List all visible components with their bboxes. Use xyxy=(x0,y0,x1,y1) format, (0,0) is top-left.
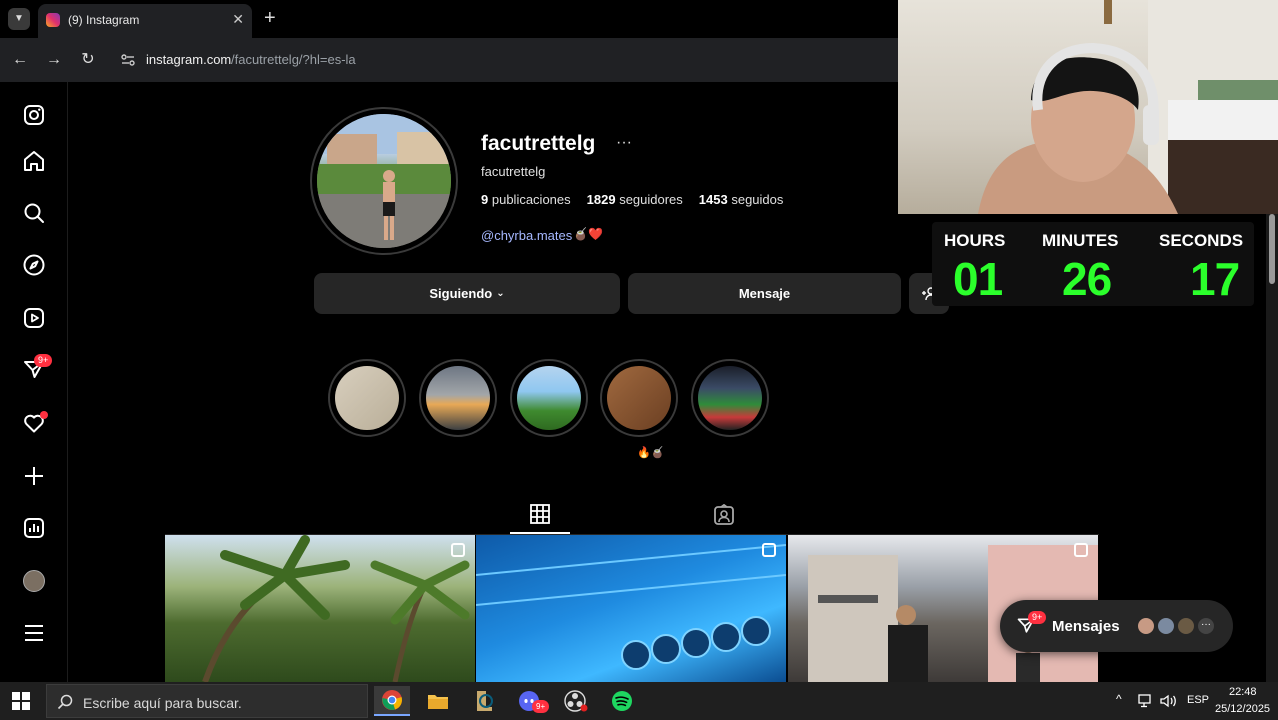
webcam-image xyxy=(978,0,1278,214)
seconds-value: 17 xyxy=(1190,253,1240,305)
avatar xyxy=(1176,616,1196,636)
input-language[interactable]: ESP xyxy=(1187,694,1209,706)
countdown-timer: HOURS MINUTES SECONDS 01 26 17 xyxy=(932,222,1254,306)
browser-toolbar: ← → ↻ instagram.com /facutrettelg/?hl=es… xyxy=(0,38,902,82)
post-image xyxy=(476,544,786,670)
tab-posts[interactable] xyxy=(510,500,570,534)
story-highlight[interactable] xyxy=(510,359,588,437)
webcam-overlay xyxy=(898,0,1278,214)
site-info-icon[interactable] xyxy=(120,52,136,68)
profile-username: facutrettelg xyxy=(481,132,596,155)
search-icon xyxy=(57,694,73,710)
profile-display-name: facutrettelg xyxy=(481,164,546,179)
instagram-favicon-icon xyxy=(46,13,60,27)
more-options-icon[interactable]: ··· xyxy=(616,134,632,152)
volume-icon[interactable] xyxy=(1160,694,1178,708)
tab-title: (9) Instagram xyxy=(68,13,140,27)
post-thumbnail[interactable] xyxy=(476,535,786,682)
story-highlight[interactable] xyxy=(328,359,406,437)
avatar xyxy=(1136,616,1156,636)
profile-photo xyxy=(317,114,451,248)
story-highlight[interactable] xyxy=(600,359,678,437)
tab-search-button[interactable]: ▼ xyxy=(8,8,30,30)
more-menu-icon[interactable] xyxy=(20,619,48,647)
post-image xyxy=(202,535,470,682)
instagram-sidebar: 9+ xyxy=(0,82,68,682)
spotify-taskbar-icon[interactable] xyxy=(604,686,640,716)
messages-badge: 9+ xyxy=(34,354,53,367)
more-avatars-icon: ··· xyxy=(1196,616,1216,636)
message-button[interactable]: Mensaje xyxy=(628,273,901,314)
notifications-icon[interactable] xyxy=(20,409,48,437)
following-label: Siguiendo xyxy=(429,286,493,301)
highlight-label: 🔥🧉 xyxy=(637,447,665,459)
post-thumbnail[interactable] xyxy=(165,535,475,682)
chrome-taskbar-icon[interactable] xyxy=(374,686,410,716)
windows-taskbar: Escribe aquí para buscar. 9+ ^ ESP 22:48… xyxy=(0,682,1278,720)
seconds-label: SECONDS xyxy=(1159,231,1244,250)
dashboard-icon[interactable] xyxy=(20,514,48,542)
instagram-logo-icon[interactable] xyxy=(20,101,48,129)
taskbar-search-placeholder: Escribe aquí para buscar. xyxy=(83,695,242,711)
bio-emoji: 🧉❤️ xyxy=(573,227,603,241)
tagged-icon xyxy=(714,504,734,525)
messages-pill-label: Mensajes xyxy=(1052,618,1120,635)
messages-icon[interactable]: 9+ xyxy=(20,354,53,384)
windows-start-icon[interactable] xyxy=(12,692,30,710)
followers-stat[interactable]: 1829 seguidores xyxy=(587,192,683,207)
search-icon[interactable] xyxy=(20,199,48,227)
grid-icon xyxy=(530,504,550,524)
reels-icon[interactable] xyxy=(20,304,48,332)
following-button[interactable]: Siguiendo ⌄ xyxy=(314,273,620,314)
obs-taskbar-icon[interactable] xyxy=(558,686,594,716)
reload-button[interactable]: ↻ xyxy=(76,48,100,72)
multiple-photos-icon xyxy=(451,543,465,557)
messages-pill-badge: 9+ xyxy=(1028,611,1047,624)
url-path: /facutrettelg/?hl=es-la xyxy=(231,52,356,67)
messages-floating-button[interactable]: 9+ Mensajes ··· xyxy=(1000,600,1233,652)
file-explorer-taskbar-icon[interactable] xyxy=(420,686,456,716)
forward-button[interactable]: → xyxy=(42,48,66,72)
explore-icon[interactable] xyxy=(20,251,48,279)
profile-stats: 9 publicaciones 1829 seguidores 1453 seg… xyxy=(481,192,783,207)
create-icon[interactable] xyxy=(20,462,48,490)
home-icon[interactable] xyxy=(20,147,48,175)
new-tab-button[interactable]: + xyxy=(264,7,276,29)
back-button[interactable]: ← xyxy=(8,48,32,72)
avatar xyxy=(1156,616,1176,636)
bio-mention-link[interactable]: @chyrba.mates xyxy=(481,228,572,243)
story-highlight[interactable] xyxy=(691,359,769,437)
profile-avatar[interactable] xyxy=(310,107,458,255)
posts-stat: 9 publicaciones xyxy=(481,192,571,207)
tab-tagged[interactable] xyxy=(694,500,754,534)
tab-close-icon[interactable]: ✕ xyxy=(232,11,244,28)
scrollbar-thumb[interactable] xyxy=(1269,214,1275,284)
minutes-label: MINUTES xyxy=(1042,231,1119,250)
profile-avatar-nav[interactable] xyxy=(20,567,48,595)
clock-date[interactable]: 25/12/2025 xyxy=(1215,703,1270,715)
chevron-up-icon[interactable]: ^ xyxy=(1116,692,1122,706)
minutes-value: 26 xyxy=(1062,253,1112,305)
taskbar-search-box[interactable]: Escribe aquí para buscar. xyxy=(46,684,368,718)
clock-time[interactable]: 22:48 xyxy=(1229,686,1257,698)
discord-badge: 9+ xyxy=(532,700,550,713)
message-label: Mensaje xyxy=(738,286,791,301)
multiple-photos-icon xyxy=(1074,543,1088,557)
story-highlight[interactable] xyxy=(419,359,497,437)
hours-value: 01 xyxy=(953,253,1003,305)
network-icon[interactable] xyxy=(1138,694,1154,708)
address-bar[interactable]: instagram.com /facutrettelg/?hl=es-la xyxy=(112,44,902,76)
hours-label: HOURS xyxy=(944,231,1006,250)
game-launcher-taskbar-icon[interactable] xyxy=(466,686,502,716)
chevron-down-icon: ⌄ xyxy=(496,288,505,299)
url-host: instagram.com xyxy=(146,52,232,67)
notification-dot xyxy=(40,411,48,419)
browser-tab-bar: ▼ (9) Instagram ✕ + xyxy=(0,0,900,38)
following-stat[interactable]: 1453 seguidos xyxy=(699,192,784,207)
browser-tab[interactable]: (9) Instagram ✕ xyxy=(38,4,252,38)
multiple-photos-icon xyxy=(762,543,776,557)
discord-taskbar-icon[interactable]: 9+ xyxy=(512,686,550,716)
